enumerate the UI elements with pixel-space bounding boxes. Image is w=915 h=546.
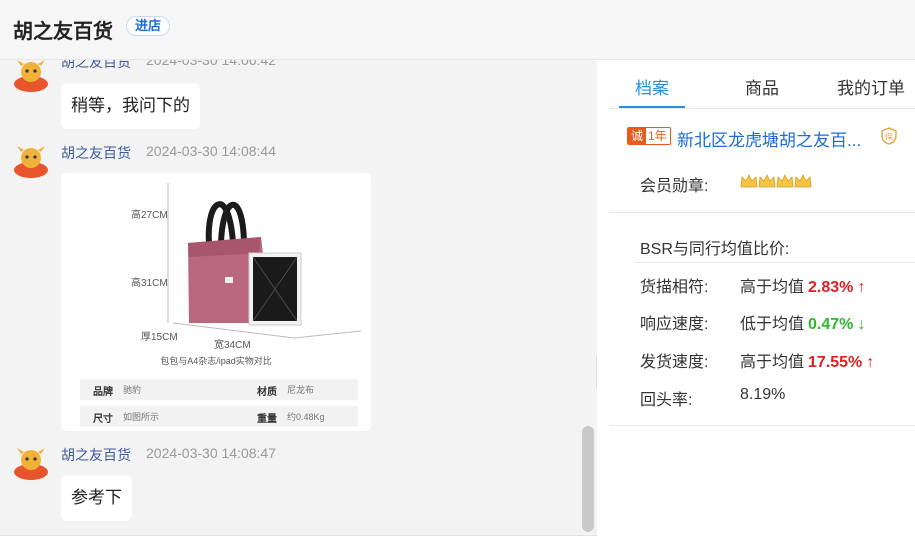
store-name-link[interactable]: 新北区龙虎塘胡之友百... (677, 126, 861, 151)
section-divider (635, 262, 915, 263)
arrow-down-icon: ↓ (857, 316, 866, 333)
product-image-message[interactable]: 高27CM 高31CM 厚15CM 宽34CM 包包与A4杂志/ipad实物对比… (61, 173, 371, 431)
tabs-divider (609, 108, 915, 109)
message-sender: 胡之友百货 (61, 447, 131, 463)
spec-key: 尺寸 (93, 414, 113, 425)
metric-label-response: 响应速度: (640, 316, 709, 333)
spec-key: 重量 (257, 414, 277, 425)
spec-value: 约0.48Kg (287, 412, 325, 422)
dim-width: 宽34CM (214, 340, 251, 351)
metric-label-description: 货描相符: (640, 279, 709, 296)
repurchase-value: 8.19% (740, 386, 786, 403)
tab-my-orders[interactable]: 我的订单 (837, 74, 905, 99)
avatar-icon[interactable] (13, 444, 49, 480)
cheng-badge: 诚 1年 (627, 127, 671, 145)
metric-value-response: 低于均值 0.47% ↓ (740, 316, 866, 333)
section-divider (609, 425, 915, 426)
tab-archive[interactable]: 档案 (635, 74, 669, 99)
dim-height-full: 高31CM (131, 278, 168, 289)
spec-value: 尼龙布 (287, 385, 315, 395)
chat-panel: 胡之友百货 2024-03-30 14:06:42 稍等，我问下的 胡之友百货 … (0, 60, 597, 546)
section-divider (609, 212, 915, 213)
top-bar: 胡之友百货 进店 (0, 0, 915, 60)
message-time: 2024-03-30 14:06:42 (146, 60, 276, 68)
tab-products[interactable]: 商品 (745, 74, 779, 99)
message-sender: 胡之友百货 (61, 60, 131, 70)
spec-value: 驰豹 (123, 385, 142, 395)
metric-value-shipping: 高于均值 17.55% ↑ (740, 354, 875, 371)
message-time: 2024-03-30 14:08:44 (146, 143, 276, 159)
avatar-icon[interactable] (13, 60, 49, 92)
metric-value-description: 高于均值 2.83% ↑ (740, 279, 866, 296)
avatar-icon[interactable] (13, 142, 49, 178)
message-bubble: 参考下 (61, 475, 132, 521)
crown-medals-icon (740, 174, 812, 188)
arrow-up-icon: ↑ (866, 354, 875, 371)
svg-text:保: 保 (885, 132, 893, 142)
arrow-up-icon: ↑ (857, 279, 866, 296)
message-time: 2024-03-30 14:08:47 (146, 445, 276, 461)
dim-thickness: 厚15CM (141, 332, 178, 343)
metric-label-shipping: 发货速度: (640, 354, 709, 371)
enter-shop-button[interactable]: 进店 (126, 16, 171, 36)
guarantee-icon: 保 (881, 127, 897, 145)
shop-info-panel: 档案 商品 我的订单 诚 1年 新北区龙虎塘胡之友百... 保 会员勋章: BSR… (597, 60, 915, 546)
shop-title: 胡之友百货 (13, 21, 113, 43)
chat-input-edge (0, 535, 597, 546)
repurchase-label: 回头率: (640, 392, 693, 409)
message-bubble: 稍等，我问下的 (61, 83, 200, 129)
bsr-title: BSR与同行均值比价: (640, 241, 790, 258)
medal-label: 会员勋章: (640, 178, 709, 195)
message-sender: 胡之友百货 (61, 145, 131, 161)
spec-key: 材质 (257, 387, 277, 398)
spec-key: 品牌 (93, 387, 113, 398)
dim-height-top: 高27CM (131, 210, 168, 221)
image-caption: 包包与A4杂志/ipad实物对比 (160, 356, 272, 366)
chat-scrollbar[interactable] (582, 426, 594, 532)
spec-value: 如图所示 (123, 412, 160, 422)
